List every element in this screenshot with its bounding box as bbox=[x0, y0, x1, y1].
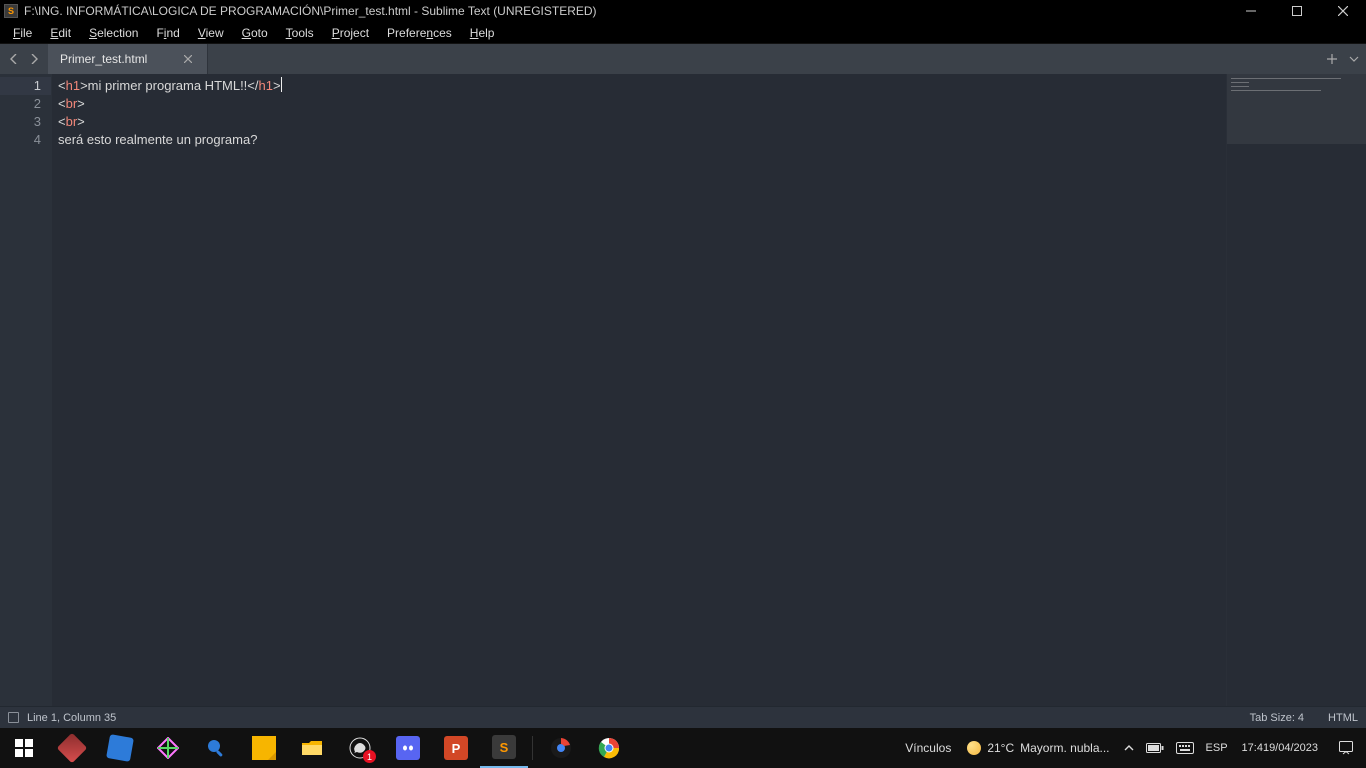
tray-keyboard-icon[interactable] bbox=[1170, 728, 1200, 768]
minimap-viewport[interactable] bbox=[1227, 74, 1366, 144]
menu-file[interactable]: File bbox=[4, 24, 41, 42]
history-back-button[interactable] bbox=[6, 51, 22, 67]
window-title: F:\ING. INFORMÁTICA\LOGICA DE PROGRAMACI… bbox=[24, 4, 597, 18]
code-area[interactable]: <h1>mi primer programa HTML!!</h1> <br> … bbox=[52, 74, 1226, 706]
text-caret bbox=[281, 77, 282, 92]
line-number-gutter[interactable]: 1 2 3 4 bbox=[0, 74, 52, 706]
menu-help[interactable]: Help bbox=[461, 24, 504, 42]
taskbar-app-browser-1[interactable] bbox=[537, 728, 585, 768]
taskbar-app-search[interactable] bbox=[192, 728, 240, 768]
taskbar-weather[interactable]: 21°C Mayorm. nubla... bbox=[959, 741, 1117, 755]
taskbar-app-3[interactable] bbox=[144, 728, 192, 768]
start-button[interactable] bbox=[0, 728, 48, 768]
taskbar-app-sublime-text[interactable]: S bbox=[480, 728, 528, 768]
tray-language[interactable]: ESP bbox=[1200, 728, 1234, 768]
menu-edit[interactable]: Edit bbox=[41, 24, 80, 42]
windows-taskbar: P S Vínculos 21°C Mayorm. nubla... bbox=[0, 728, 1366, 768]
editor: 1 2 3 4 <h1>mi primer programa HTML!!</h… bbox=[0, 74, 1366, 706]
menu-preferences[interactable]: Preferences bbox=[378, 24, 461, 42]
status-tab-size[interactable]: Tab Size: 4 bbox=[1250, 712, 1304, 724]
panel-switcher-icon[interactable] bbox=[8, 712, 19, 723]
tray-notifications-button[interactable] bbox=[1326, 728, 1366, 768]
tray-overflow-button[interactable] bbox=[1118, 728, 1140, 768]
status-position[interactable]: Line 1, Column 35 bbox=[27, 712, 116, 724]
tray-time: 17:41 bbox=[1242, 741, 1270, 755]
new-tab-button[interactable] bbox=[1324, 51, 1340, 67]
menu-tools[interactable]: Tools bbox=[277, 24, 323, 42]
menu-goto[interactable]: Goto bbox=[233, 24, 277, 42]
menu-project[interactable]: Project bbox=[323, 24, 378, 42]
weather-desc: Mayorm. nubla... bbox=[1020, 741, 1109, 755]
statusbar: Line 1, Column 35 Tab Size: 4 HTML bbox=[0, 706, 1366, 728]
tab-close-button[interactable] bbox=[181, 52, 195, 66]
line-number: 2 bbox=[0, 95, 41, 113]
tab-bar: Primer_test.html bbox=[0, 44, 1366, 74]
taskbar-app-whatsapp[interactable] bbox=[336, 728, 384, 768]
menu-find[interactable]: Find bbox=[147, 24, 188, 42]
tab-dropdown-button[interactable] bbox=[1346, 51, 1362, 67]
window-maximize-button[interactable] bbox=[1274, 0, 1320, 22]
menubar: File Edit Selection Find View Goto Tools… bbox=[0, 22, 1366, 44]
line-number: 1 bbox=[0, 77, 51, 95]
tray-clock[interactable]: 17:41 9/04/2023 bbox=[1234, 728, 1326, 768]
tab-label: Primer_test.html bbox=[60, 52, 147, 66]
tab-history bbox=[0, 44, 48, 74]
weather-icon bbox=[967, 741, 981, 755]
taskbar-app-sticky-notes[interactable] bbox=[240, 728, 288, 768]
window-titlebar: S F:\ING. INFORMÁTICA\LOGICA DE PROGRAMA… bbox=[0, 0, 1366, 22]
history-forward-button[interactable] bbox=[26, 51, 42, 67]
menu-selection[interactable]: Selection bbox=[80, 24, 147, 42]
tray-battery-icon[interactable] bbox=[1140, 728, 1170, 768]
window-close-button[interactable] bbox=[1320, 0, 1366, 22]
taskbar-app-discord[interactable] bbox=[384, 728, 432, 768]
taskbar-app-1[interactable] bbox=[48, 728, 96, 768]
window-minimize-button[interactable] bbox=[1228, 0, 1274, 22]
minimap[interactable] bbox=[1226, 74, 1366, 706]
taskbar-links-label[interactable]: Vínculos bbox=[897, 741, 959, 755]
line-number: 4 bbox=[0, 131, 41, 149]
taskbar-app-powerpoint[interactable]: P bbox=[432, 728, 480, 768]
tray-date: 9/04/2023 bbox=[1269, 741, 1318, 755]
tab-primer-test[interactable]: Primer_test.html bbox=[48, 44, 208, 74]
line-number: 3 bbox=[0, 113, 41, 131]
status-syntax[interactable]: HTML bbox=[1328, 712, 1358, 724]
menu-view[interactable]: View bbox=[189, 24, 233, 42]
taskbar-app-file-explorer[interactable] bbox=[288, 728, 336, 768]
app-icon: S bbox=[4, 4, 18, 18]
taskbar-app-chrome[interactable] bbox=[585, 728, 633, 768]
system-tray: ESP 17:41 9/04/2023 bbox=[1118, 728, 1366, 768]
taskbar-app-roblox[interactable] bbox=[96, 728, 144, 768]
weather-temp: 21°C bbox=[987, 741, 1014, 755]
